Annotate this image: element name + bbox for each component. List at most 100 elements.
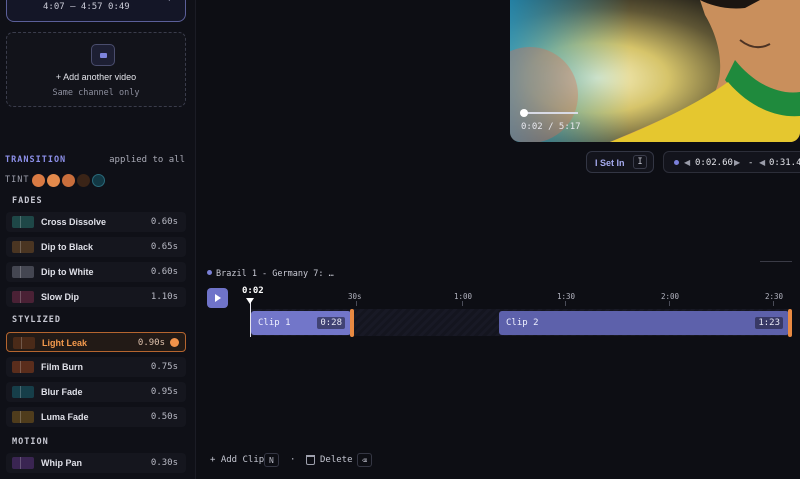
tint-label: TINT (5, 175, 30, 185)
video-frame (510, 0, 800, 142)
in-dot (674, 160, 679, 165)
source-clip-card[interactable]: 4:07 – 4:57 0:49 4 (6, 0, 186, 22)
in-out-control: ◀ 0:02.60 ▶ - ◀ 0:31.47 (663, 151, 800, 173)
transition-thumbnail (12, 216, 34, 228)
transition-duration: 0.60s (150, 217, 178, 227)
range-dash: - (748, 158, 754, 168)
tint-swatch-4[interactable] (77, 174, 90, 187)
transition-dip-to-black[interactable]: Dip to Black 0.65s (6, 237, 186, 257)
transition-name: Dip to White (41, 267, 94, 277)
clip-2-label: Clip 2 (506, 318, 539, 328)
add-video-dropzone[interactable]: + Add another video Same channel only (6, 32, 186, 107)
transition-film-burn[interactable]: Film Burn 0.75s (6, 357, 186, 377)
transition-cross-dissolve[interactable]: Cross Dissolve 0.60s (6, 212, 186, 232)
video-icon (91, 44, 115, 66)
transition-duration: 0.90s (137, 338, 165, 348)
clip-1-trim-handle[interactable] (350, 309, 354, 337)
add-clip-button[interactable]: + Add Clip (210, 455, 264, 465)
applied-to-all-label: applied to all (109, 155, 185, 165)
video-time: 0:02 / 5:17 (521, 122, 581, 132)
transition-duration: 0.50s (150, 412, 178, 422)
transition-duration: 0.30s (150, 458, 178, 468)
transition-name: Blur Fade (41, 387, 83, 397)
transition-heading: TRANSITION (5, 155, 67, 165)
delete-shortcut: ⌫ (357, 453, 372, 467)
transition-thumbnail (13, 337, 35, 349)
current-time: 0:02 (242, 286, 264, 296)
clip-1-label: Clip 1 (258, 318, 291, 328)
transition-luma-fade[interactable]: Luma Fade 0.50s (6, 407, 186, 427)
ruler-tick-label: 1:00 (454, 292, 473, 301)
tint-swatch-3[interactable] (62, 174, 75, 187)
transition-slow-dip[interactable]: Slow Dip 1.10s (6, 287, 186, 307)
timeline-title: Brazil 1 - Germany 7: … (207, 269, 334, 279)
set-in-label: I Set In (595, 158, 625, 168)
trash-icon (306, 455, 315, 465)
ruler-tick-mark (462, 301, 463, 306)
group-heading-stylized: STYLIZED (12, 315, 61, 325)
transition-light-leak[interactable]: Light Leak 0.90s (6, 332, 186, 352)
divider (760, 261, 792, 262)
transition-dip-to-white[interactable]: Dip to White 0.60s (6, 262, 186, 282)
transition-thumbnail (12, 457, 34, 469)
transition-duration: 1.10s (150, 292, 178, 302)
timeline-title-text: Brazil 1 - Germany 7: … (216, 269, 334, 279)
transition-thumbnail (12, 241, 34, 253)
transition-blur-fade[interactable]: Blur Fade 0.95s (6, 382, 186, 402)
group-heading-motion: MOTION (12, 437, 49, 447)
transition-whip-pan[interactable]: Whip Pan 0.30s (6, 453, 186, 473)
transition-duration: 0.60s (150, 267, 178, 277)
editor-app: 4:07 – 4:57 0:49 4 + Add another video S… (0, 0, 800, 479)
nudge-right-icon[interactable]: ▶ (734, 158, 740, 167)
nudge-out-left-icon[interactable]: ◀ (759, 158, 765, 167)
clip-number: 4 (166, 0, 171, 4)
play-button[interactable] (207, 288, 228, 308)
transition-duration: 0.95s (150, 387, 178, 397)
selected-indicator (170, 338, 179, 347)
add-video-hint: Same channel only (52, 88, 140, 98)
video-preview[interactable]: 0:02 / 5:17 (510, 0, 800, 142)
add-clip-shortcut: N (264, 453, 279, 467)
transition-duration: 0.65s (150, 242, 178, 252)
transition-thumbnail (12, 361, 34, 373)
ruler-tick-mark (669, 301, 670, 306)
clip-2-trim-handle[interactable] (788, 309, 792, 337)
in-time: 0:02.60 (695, 158, 733, 168)
set-in-button[interactable]: I Set In I (586, 151, 654, 173)
ruler-tick-mark (565, 301, 566, 306)
clip-2-duration: 1:23 (755, 317, 783, 329)
video-progress-bar[interactable] (520, 109, 578, 117)
transition-name: Light Leak (42, 338, 88, 348)
transition-name: Cross Dissolve (41, 217, 107, 227)
transition-thumbnail (12, 266, 34, 278)
timeline-clip-1[interactable]: Clip 1 0:28 (251, 309, 354, 337)
timeline-dot (207, 270, 212, 275)
transition-name: Dip to Black (41, 242, 94, 252)
clip-time-range: 4:07 – 4:57 0:49 (43, 2, 130, 12)
transition-name: Luma Fade (41, 412, 89, 422)
transition-name: Film Burn (41, 362, 83, 372)
transition-thumbnail (12, 291, 34, 303)
transition-name: Whip Pan (41, 458, 82, 468)
sidebar: 4:07 – 4:57 0:49 4 + Add another video S… (0, 0, 196, 479)
nudge-left-icon[interactable]: ◀ (684, 158, 690, 167)
ruler-tick-mark (356, 301, 357, 306)
tint-swatch-2[interactable] (47, 174, 60, 187)
ruler-tick-mark (773, 301, 774, 306)
ruler-tick-label: 2:00 (661, 292, 680, 301)
playhead[interactable] (246, 298, 254, 337)
out-time: 0:31.47 (769, 158, 800, 168)
delete-button[interactable]: Delete (320, 455, 353, 465)
ruler-tick-label: 30s (348, 292, 362, 301)
add-video-label: + Add another video (55, 72, 137, 82)
tint-swatch-1[interactable] (32, 174, 45, 187)
transition-thumbnail (12, 386, 34, 398)
group-heading-fades: FADES (12, 196, 43, 206)
footer-separator: · (290, 455, 296, 465)
tint-swatch-5[interactable] (92, 174, 105, 187)
ruler-tick-label: 1:30 (557, 292, 576, 301)
transition-thumbnail (12, 411, 34, 423)
transition-name: Slow Dip (41, 292, 79, 302)
timeline-clip-2[interactable]: Clip 2 1:23 (499, 309, 792, 337)
clip-1-duration: 0:28 (317, 317, 345, 329)
